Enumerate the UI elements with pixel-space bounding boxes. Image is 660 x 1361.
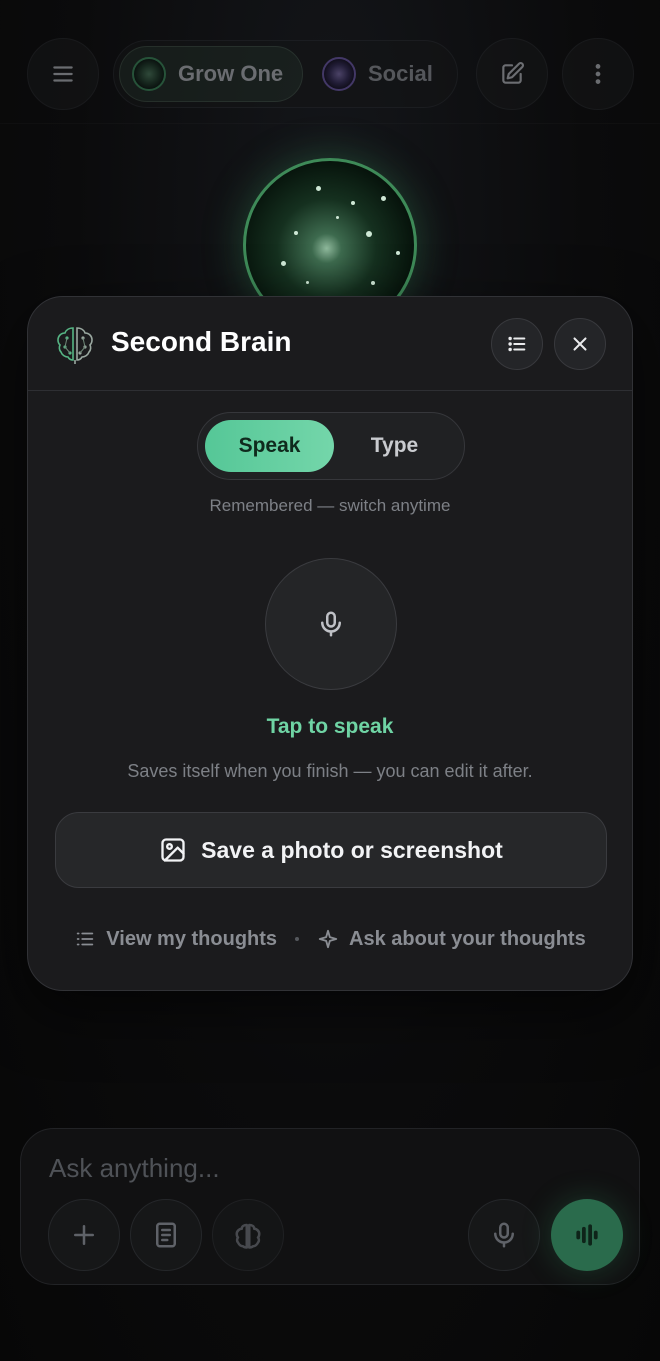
sparkle-icon <box>318 929 338 949</box>
ask-thoughts-label: Ask about your thoughts <box>349 927 586 950</box>
close-icon <box>573 337 587 351</box>
brain-icon <box>57 327 93 364</box>
chat-composer: Ask anything... <box>20 1128 640 1285</box>
close-button[interactable] <box>554 318 606 370</box>
plus-icon <box>74 1225 94 1245</box>
tab-grow-one[interactable]: Grow One <box>119 46 303 102</box>
type-mode-button[interactable]: Type <box>330 420 459 472</box>
more-options-button[interactable] <box>562 38 634 110</box>
tab-social-label: Social <box>368 61 433 86</box>
menu-icon <box>53 66 73 82</box>
app: Grow One Social Second Brain Speak Type … <box>0 0 660 1361</box>
link-separator <box>295 937 300 941</box>
thoughts-list-button[interactable] <box>491 318 543 370</box>
tab-grow-one-label: Grow One <box>178 61 284 86</box>
edit-icon <box>502 62 524 84</box>
record-button[interactable] <box>265 558 397 690</box>
new-note-button[interactable] <box>476 38 548 110</box>
brain-icon <box>235 1223 261 1249</box>
top-bar: Grow One Social <box>0 0 660 124</box>
add-button[interactable] <box>48 1199 120 1271</box>
book-icon <box>156 1222 176 1248</box>
input-mode-toggle: Speak Type <box>197 412 465 480</box>
dictate-button[interactable] <box>468 1199 540 1271</box>
second-brain-button[interactable] <box>212 1199 284 1271</box>
autosave-hint: Saves itself when you finish — you can e… <box>127 761 533 781</box>
speak-mode-button[interactable]: Speak <box>205 420 334 472</box>
menu-button[interactable] <box>27 38 99 110</box>
view-thoughts-link[interactable]: View my thoughts <box>74 928 277 951</box>
tab-social[interactable]: Social <box>310 46 450 102</box>
list-icon <box>77 932 94 946</box>
mic-icon <box>321 611 341 637</box>
second-brain-modal: Second Brain Speak Type Remembered — swi… <box>27 296 633 991</box>
mic-icon <box>494 1222 514 1248</box>
save-photo-button[interactable]: Save a photo or screenshot <box>55 812 607 888</box>
waveform-icon <box>576 1224 598 1246</box>
modal-title: Second Brain <box>111 326 292 357</box>
modal-header: Second Brain <box>28 297 632 391</box>
ask-thoughts-link[interactable]: Ask about your thoughts <box>317 928 586 951</box>
ask-input[interactable]: Ask anything... <box>49 1153 220 1184</box>
tap-to-speak-label: Tap to speak <box>266 715 394 738</box>
notes-button[interactable] <box>130 1199 202 1271</box>
save-photo-label: Save a photo or screenshot <box>201 836 503 863</box>
view-thoughts-label: View my thoughts <box>106 927 278 950</box>
social-orb-icon <box>322 57 356 91</box>
mode-hint: Remembered — switch anytime <box>209 496 451 515</box>
image-icon <box>161 838 185 862</box>
grow-one-orb-icon <box>132 57 166 91</box>
voice-mode-button[interactable] <box>551 1199 623 1271</box>
more-icon <box>595 64 601 84</box>
modal-footer-links: View my thoughts Ask about your thoughts <box>28 923 632 955</box>
assistant-switcher: Grow One Social <box>113 40 458 108</box>
list-icon <box>508 336 526 352</box>
